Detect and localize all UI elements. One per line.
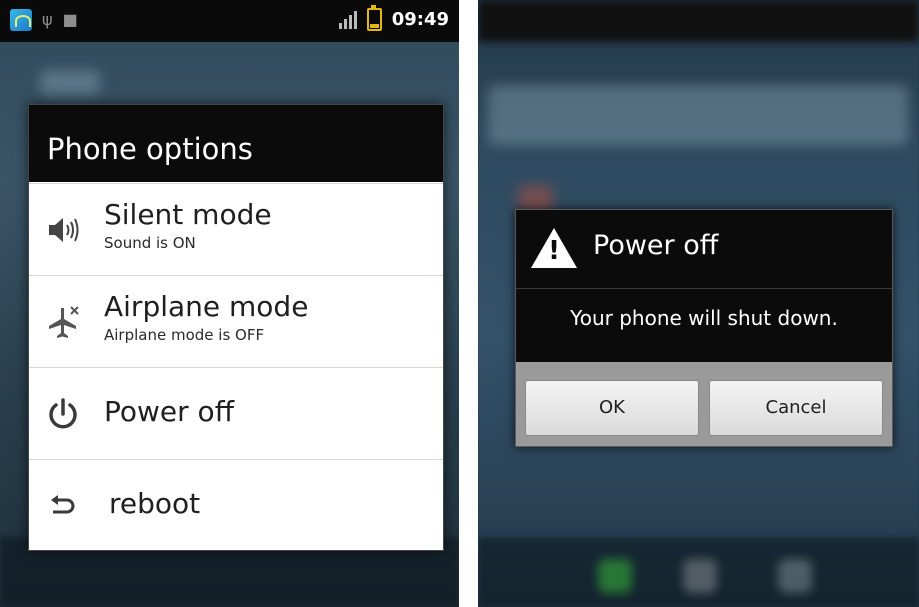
warning-icon-mark: ! (548, 236, 560, 266)
blurred-browser-icon (778, 559, 812, 593)
airplane-mode-title: Airplane mode (104, 290, 309, 323)
power-icon (45, 396, 81, 432)
airplane-mode-subtitle: Airplane mode is OFF (104, 326, 265, 344)
status-clock: 09:49 (391, 9, 449, 30)
battery-icon (366, 5, 382, 31)
power-off-item[interactable]: Power off (29, 367, 443, 460)
power-off-title: Power off (104, 395, 234, 428)
status-bar: ψ ■ 09:49 (0, 0, 459, 42)
silent-mode-item[interactable]: Silent mode Sound is ON (29, 183, 443, 276)
reboot-title: reboot (109, 487, 201, 520)
blurred-search-bar (488, 85, 908, 145)
speaker-icon (45, 212, 81, 248)
reboot-icon (45, 488, 81, 524)
airplane-mode-item[interactable]: Airplane mode Airplane mode is OFF (29, 275, 443, 368)
ok-button[interactable]: OK (525, 380, 699, 436)
reboot-item[interactable]: reboot (29, 459, 443, 552)
app-notification-icon (10, 9, 32, 31)
blurred-widget (40, 70, 100, 95)
phone-options-dialog: Phone options Silent mode Sound is ON Ai… (28, 104, 444, 551)
cancel-button[interactable]: Cancel (709, 380, 883, 436)
dialog-message: Your phone will shut down. (570, 306, 838, 330)
left-phone-screen: ψ ■ 09:49 Phone options Silent mode Soun… (0, 0, 459, 607)
blurred-apps-icon (683, 559, 717, 593)
dialog-button-bar: OK Cancel (516, 362, 892, 446)
signal-icon (338, 10, 357, 29)
silent-mode-subtitle: Sound is ON (104, 234, 196, 252)
blurred-phone-icon (598, 559, 632, 593)
power-off-dialog: ! Power off Your phone will shut down. O… (515, 209, 893, 447)
airplane-icon (45, 304, 81, 340)
dialog-title: Power off (593, 230, 719, 261)
dialog-title-bar: ! Power off (516, 210, 892, 289)
dialog-title: Phone options (29, 105, 443, 182)
status-bar (478, 0, 919, 42)
silent-mode-title: Silent mode (104, 198, 272, 231)
usb-icon: ψ (42, 10, 53, 29)
android-debug-icon: ■ (62, 10, 78, 29)
